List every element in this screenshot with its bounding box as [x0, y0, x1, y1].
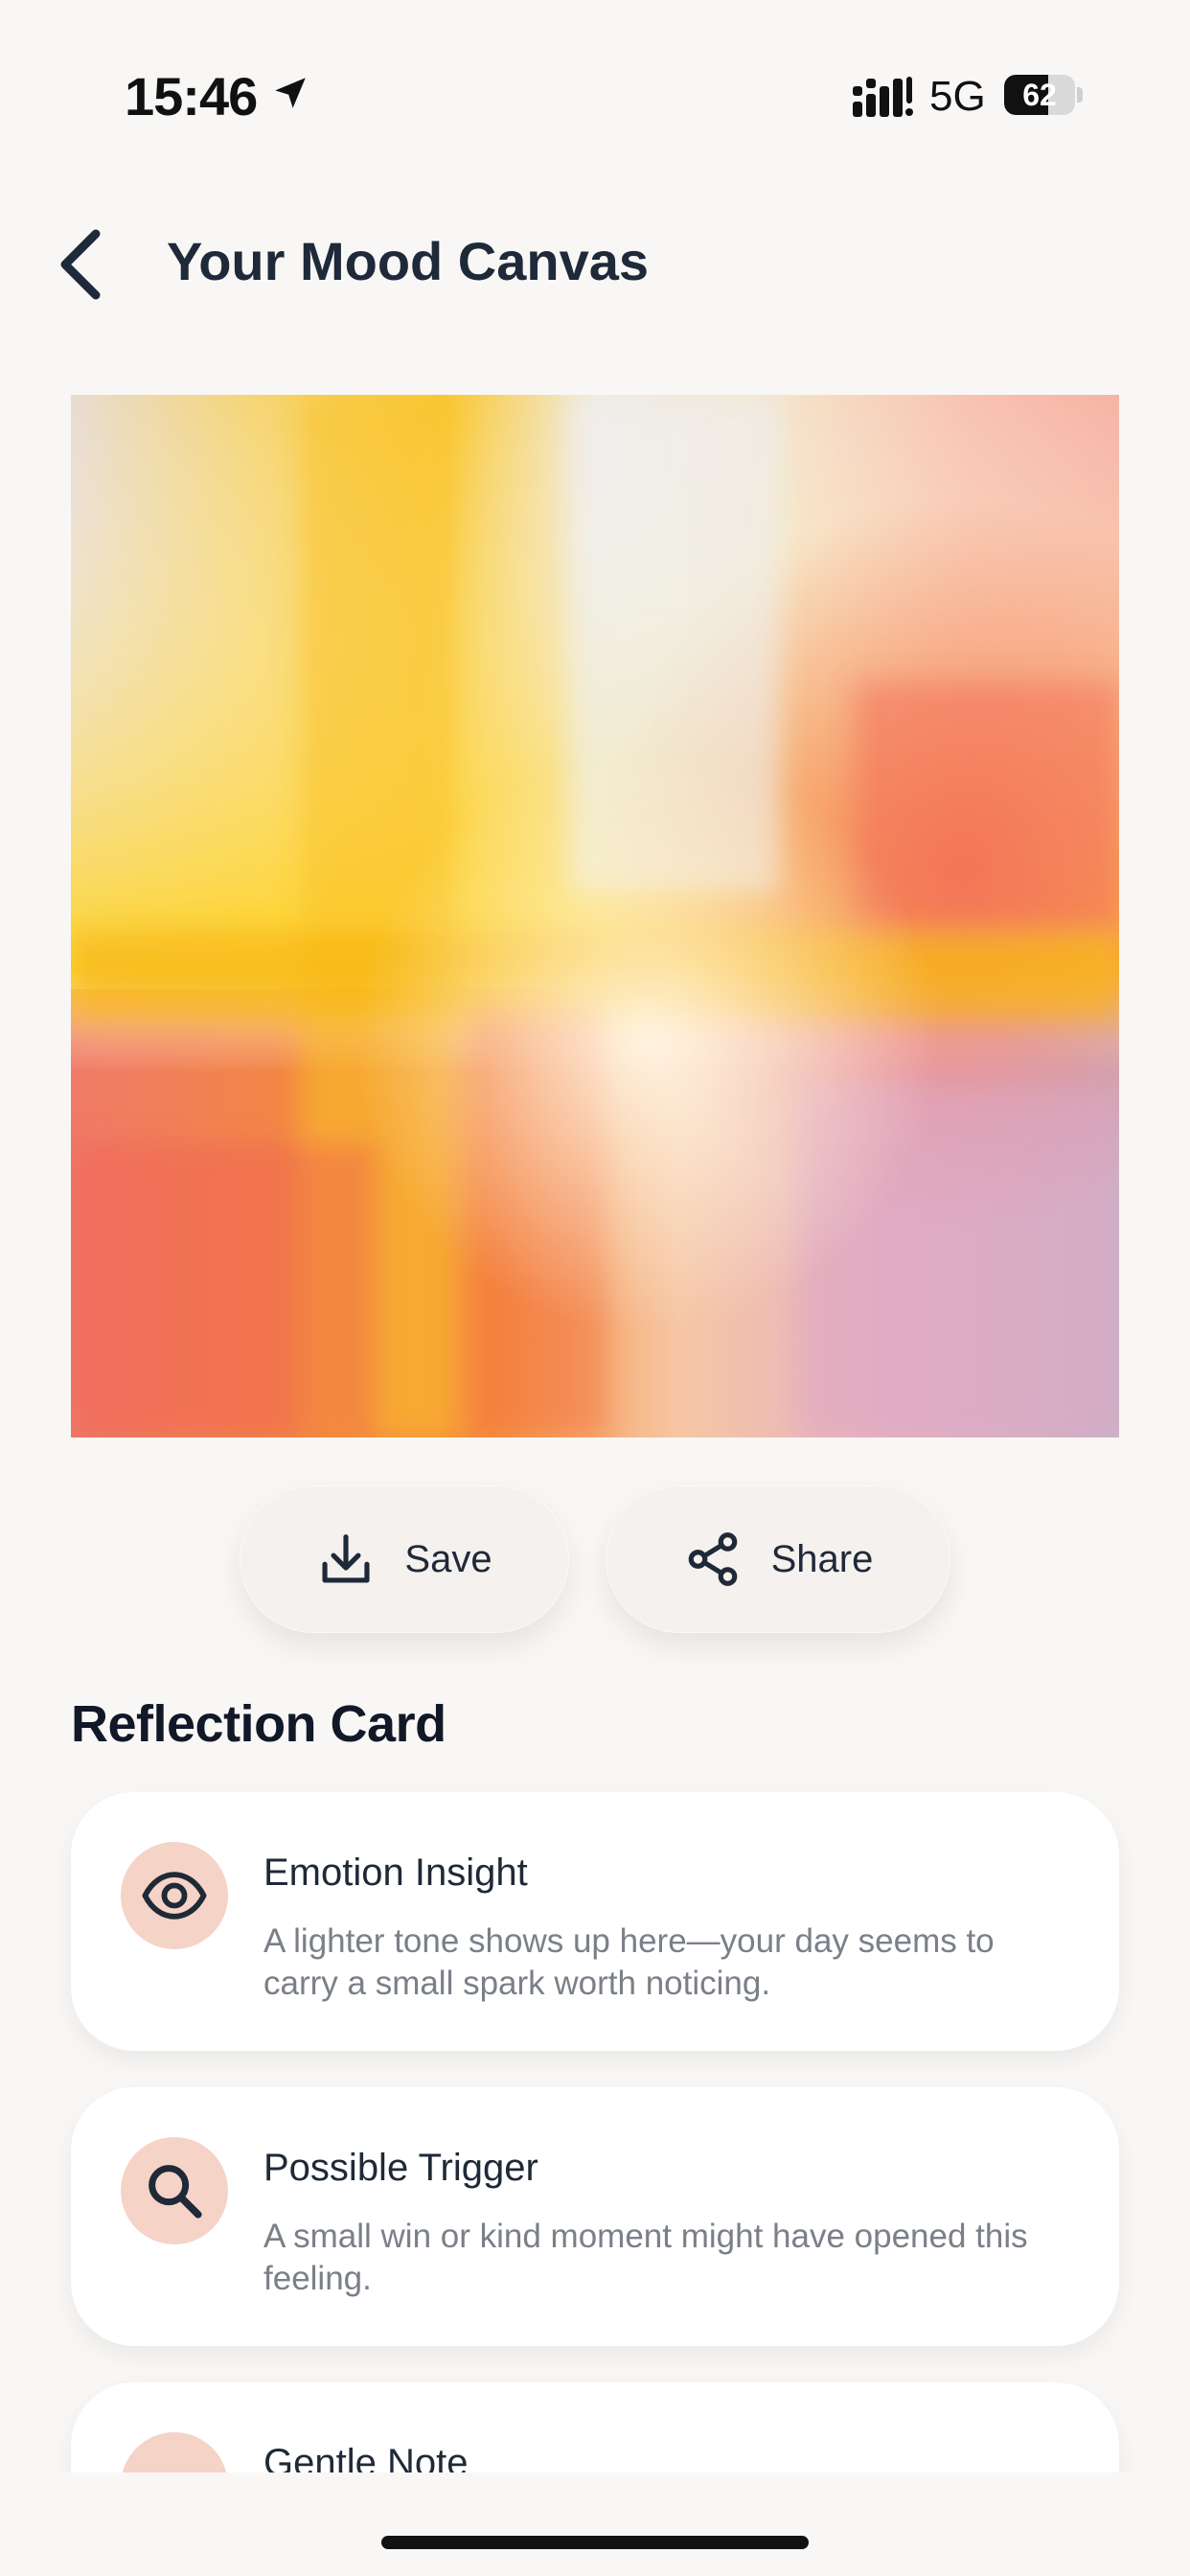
card-title: Possible Trigger: [263, 2147, 538, 2189]
card-body: A lighter tone shows up here—your day se…: [263, 1922, 995, 2002]
save-label: Save: [404, 1537, 492, 1580]
card-title: Emotion Insight: [263, 1852, 528, 1894]
share-icon: [688, 1532, 737, 1586]
mood-canvas-artwork: [71, 395, 1119, 1438]
battery-percent: 62: [1022, 78, 1057, 112]
location-arrow-icon: [275, 78, 306, 108]
eye-icon: [142, 1872, 207, 1920]
reflection-card-possible-trigger[interactable]: Possible Trigger A small win or kind mom…: [71, 2087, 1119, 2346]
battery-indicator: 62: [1004, 75, 1083, 115]
page-title: Your Mood Canvas: [167, 231, 650, 291]
status-time: 15:46: [125, 66, 258, 126]
card-icon-circle: [121, 2137, 228, 2244]
bottom-safe-area: [0, 2472, 1190, 2576]
save-button[interactable]: Save: [240, 1485, 569, 1633]
card-body: A small win or kind moment might have op…: [263, 2218, 1028, 2297]
download-icon: [322, 1534, 370, 1583]
share-button[interactable]: Share: [606, 1485, 950, 1633]
search-icon: [149, 2165, 202, 2219]
reflection-section-title: Reflection Card: [71, 1695, 446, 1753]
card-icon-circle: [121, 1842, 228, 1949]
back-chevron-icon[interactable]: [54, 226, 111, 303]
mood-canvas-screen: 15:46 5G 62 Your Mood Canvas Save Share …: [0, 0, 1190, 2576]
abstract-painting-image: [71, 395, 1119, 1438]
reflection-card-emotion-insight[interactable]: Emotion Insight A lighter tone shows up …: [71, 1792, 1119, 2051]
signal-icon: [853, 77, 913, 117]
share-label: Share: [770, 1537, 874, 1580]
network-type: 5G: [929, 73, 986, 120]
status-bar: 15:46 5G 62: [0, 0, 1190, 192]
home-indicator[interactable]: [381, 2536, 809, 2549]
